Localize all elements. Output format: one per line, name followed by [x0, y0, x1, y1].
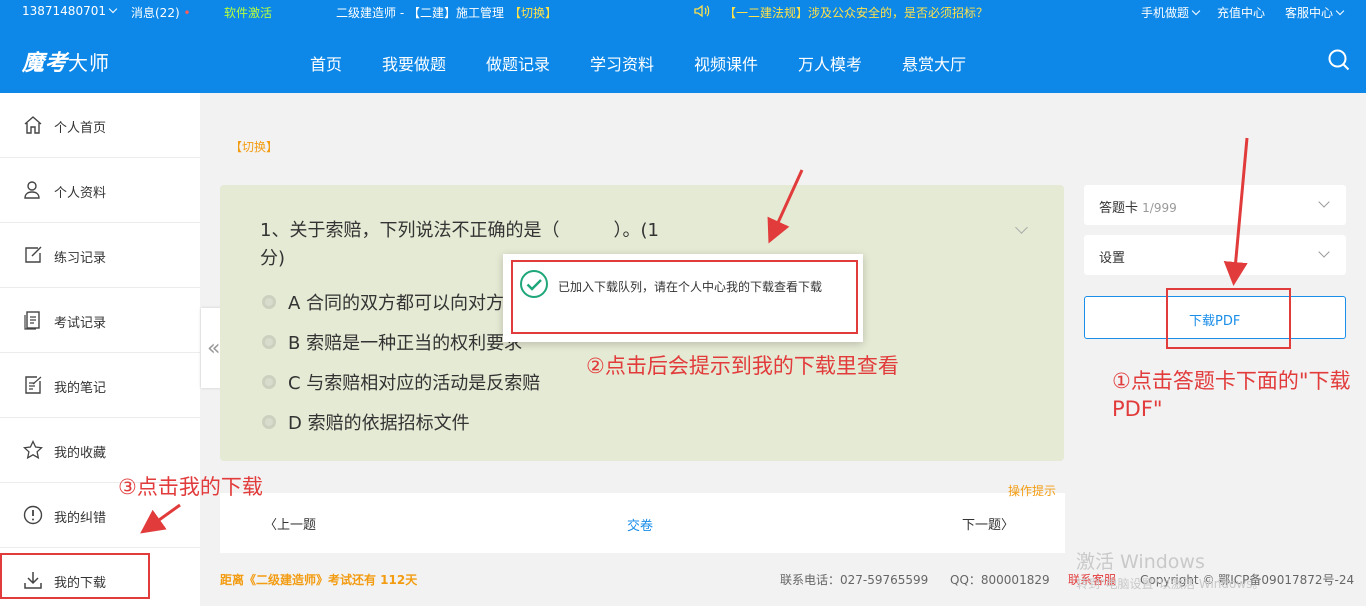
- highlight-frame: [1166, 288, 1291, 349]
- chevron-left-icon: 〈: [264, 518, 278, 533]
- sidebar-item-label: 练习记录: [54, 251, 107, 266]
- messages-link[interactable]: 消息(22) •: [131, 4, 191, 21]
- nav-bounty[interactable]: 悬赏大厅: [902, 51, 966, 75]
- nav-videos[interactable]: 视频课件: [694, 51, 758, 75]
- next-question-button[interactable]: 下一题〉: [962, 514, 1014, 533]
- main-nav: 魔考大师 首页 我要做题 做题记录 学习资料 视频课件 万人模考 悬赏大厅: [0, 22, 1366, 93]
- search-icon[interactable]: [1328, 49, 1350, 71]
- prev-question-button[interactable]: 〈上一题: [264, 514, 316, 533]
- exam-countdown: 距离《二级建造师》考试还有 112天: [220, 573, 418, 587]
- sidebar-item-home[interactable]: 个人首页: [0, 93, 200, 158]
- sidebar-item-label: 考试记录: [54, 316, 107, 331]
- notice-link[interactable]: 【一二建法规】涉及公众安全的，是否必须招标？: [724, 4, 988, 21]
- answer-count: 1/999: [1142, 201, 1177, 215]
- settings-label: 设置: [1099, 251, 1126, 266]
- chevron-down-icon[interactable]: [1318, 196, 1330, 208]
- top-bar: 13871480701 消息(22) • 软件激活 二级建造师 - 【二建】施工…: [0, 0, 1366, 22]
- nav-mock-exam[interactable]: 万人模考: [798, 51, 862, 75]
- sidebar-item-label: 我的收藏: [54, 446, 107, 461]
- sidebar-item-label: 个人资料: [54, 186, 107, 201]
- radio-icon[interactable]: [262, 295, 276, 309]
- answer-card-row[interactable]: 答题卡 1/999: [1084, 185, 1346, 225]
- highlight-frame: [511, 260, 858, 334]
- sidebar-item-notes[interactable]: 我的笔记: [0, 353, 200, 418]
- nav-practice[interactable]: 我要做题: [382, 51, 446, 75]
- chevron-down-icon[interactable]: [1015, 221, 1028, 234]
- sidebar-item-practice-records[interactable]: 练习记录: [0, 223, 200, 288]
- user-icon: [24, 181, 40, 199]
- annotation-step3: ③点击我的下载: [118, 475, 263, 499]
- mobile-link[interactable]: 手机做题: [1141, 4, 1199, 21]
- sidebar-item-label: 我的纠错: [54, 511, 107, 526]
- doc-icon: [24, 311, 40, 330]
- sidebar-item-exam-records[interactable]: 考试记录: [0, 288, 200, 353]
- activate-link[interactable]: 软件激活: [224, 4, 272, 21]
- radio-icon[interactable]: [262, 415, 276, 429]
- sidebar-item-profile[interactable]: 个人资料: [0, 158, 200, 223]
- annotation-step2: ②点击后会提示到我的下载里查看: [586, 354, 899, 378]
- contact-qq: QQ：800001829: [950, 573, 1050, 587]
- nav-records[interactable]: 做题记录: [486, 51, 550, 75]
- double-chevron-left-icon: «: [207, 336, 221, 361]
- sidebar-item-label: 个人首页: [54, 121, 107, 136]
- windows-watermark: 激活 Windows: [1076, 551, 1205, 573]
- radio-icon[interactable]: [262, 375, 276, 389]
- answer-card-label: 答题卡: [1099, 201, 1139, 216]
- speaker-icon: [694, 4, 710, 21]
- annotation-step1: ①点击答题卡下面的"下载PDF": [1112, 369, 1351, 421]
- nav-home[interactable]: 首页: [310, 51, 342, 75]
- logo[interactable]: 魔考大师: [22, 45, 110, 77]
- highlight-frame: [0, 553, 150, 599]
- chevron-down-icon[interactable]: [1318, 246, 1330, 258]
- settings-row[interactable]: 设置: [1084, 235, 1346, 275]
- note-icon: [25, 376, 42, 394]
- alert-icon: [23, 505, 43, 525]
- windows-watermark-sub: 转到"电脑设置"以激活 Windows。: [1076, 577, 1265, 591]
- submit-button[interactable]: 交卷: [627, 515, 653, 534]
- radio-icon[interactable]: [262, 335, 276, 349]
- recharge-link[interactable]: 充值中心: [1217, 4, 1265, 21]
- home-icon: [24, 116, 42, 134]
- star-icon: [23, 440, 43, 460]
- service-link[interactable]: 客服中心: [1285, 4, 1343, 21]
- contact-phone: 联系电话：027-59765599: [780, 573, 929, 587]
- exam-switch-button[interactable]: 【切换】: [230, 138, 278, 155]
- current-exam: 二级建造师 - 【二建】施工管理: [336, 6, 504, 20]
- account-phone[interactable]: 13871480701: [22, 4, 116, 18]
- operation-tip-link[interactable]: 操作提示: [1008, 482, 1056, 499]
- edit-icon: [25, 246, 42, 263]
- sidebar: 个人首页 个人资料 练习记录 考试记录 我的笔记 我的收藏 我的纠错 我的下载: [0, 93, 200, 606]
- sidebar-item-label: 我的笔记: [54, 381, 107, 396]
- nav-materials[interactable]: 学习资料: [590, 51, 654, 75]
- exam-switch-link[interactable]: 【切换】: [509, 4, 557, 21]
- chevron-right-icon: 〉: [1001, 518, 1015, 533]
